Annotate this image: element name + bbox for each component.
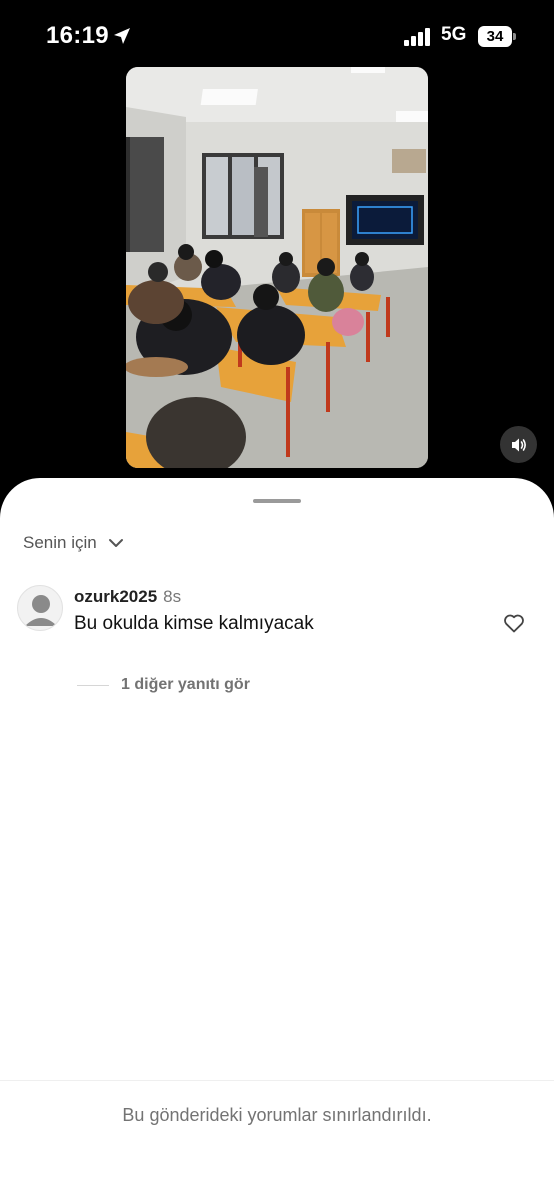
replies-label: 1 diğer yanıtı gör bbox=[121, 676, 250, 693]
comment-time: 8s bbox=[163, 587, 182, 606]
view-replies-button[interactable]: 1 diğer yanıtı gör bbox=[77, 676, 250, 694]
battery-icon: 34 bbox=[478, 26, 516, 47]
video-player[interactable] bbox=[126, 67, 428, 468]
chevron-down-icon bbox=[108, 539, 123, 547]
battery-level: 34 bbox=[478, 26, 512, 47]
sheet-drag-handle[interactable] bbox=[253, 499, 301, 503]
comment-item: ozurk2025 8s Bu okulda kimse kalmıyacak bbox=[17, 585, 537, 645]
comments-restricted-notice: Bu gönderideki yorumlar sınırlandırıldı. bbox=[122, 1105, 432, 1125]
cellular-signal-icon bbox=[404, 28, 430, 46]
avatar[interactable] bbox=[17, 585, 63, 631]
comments-sheet: Senin için ozurk2025 8s Bu okulda kimse k… bbox=[0, 478, 554, 1199]
replies-divider bbox=[77, 684, 109, 686]
classroom-video-frame bbox=[126, 67, 428, 468]
heart-icon[interactable] bbox=[502, 611, 526, 635]
comment-username[interactable]: ozurk2025 bbox=[74, 587, 157, 606]
comment-text: Bu okulda kimse kalmıyacak bbox=[74, 613, 314, 634]
speaker-on-icon bbox=[511, 438, 526, 451]
volume-button[interactable] bbox=[500, 426, 537, 463]
location-arrow-icon bbox=[114, 28, 130, 44]
filter-label: Senin için bbox=[23, 533, 97, 552]
default-avatar-icon bbox=[25, 595, 57, 626]
comment-header: ozurk2025 8s bbox=[74, 587, 181, 607]
footer-divider bbox=[0, 1080, 554, 1081]
network-type: 5G bbox=[441, 24, 467, 45]
battery-tip bbox=[513, 33, 516, 40]
clock: 16:19 bbox=[46, 22, 109, 49]
status-bar: 16:19 5G 34 bbox=[0, 0, 554, 72]
comment-filter-dropdown[interactable]: Senin için bbox=[23, 533, 125, 553]
